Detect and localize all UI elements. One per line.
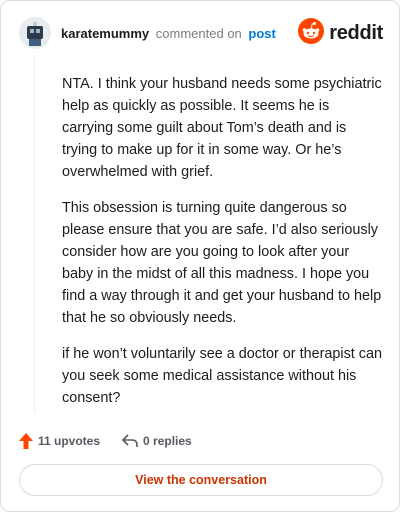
upvote-count: 11 upvotes (38, 434, 101, 448)
reply-arrow-icon[interactable] (122, 434, 138, 448)
thread-line (34, 57, 35, 413)
comment-embed-card: karatemummy commented on post reddit NTA… (0, 0, 400, 512)
action-text: commented on (155, 26, 242, 41)
comment-paragraph: if he won’t voluntarily see a doctor or … (62, 346, 382, 406)
reddit-logo[interactable]: reddit (298, 17, 383, 49)
comment-paragraph: NTA. I think your husband needs some psy… (62, 76, 382, 180)
reddit-wordmark: reddit (329, 21, 383, 44)
post-link[interactable]: post (248, 26, 275, 41)
reply-stat[interactable]: 0 replies (122, 434, 192, 448)
reddit-snoo-icon (298, 17, 325, 49)
comment-header: karatemummy commented on post reddit (19, 17, 383, 51)
comment-paragraph: This obsession is turning quite dangerou… (62, 200, 382, 326)
upvote-stat[interactable]: 11 upvotes (19, 433, 100, 449)
upvote-arrow-icon[interactable] (19, 433, 33, 449)
user-avatar[interactable] (19, 17, 51, 49)
comment-footer: 11 upvotes 0 replies (19, 431, 192, 451)
username-link[interactable]: karatemummy (61, 26, 149, 41)
view-conversation-button[interactable]: View the conversation (19, 464, 383, 496)
reply-count: 0 replies (143, 434, 192, 448)
comment-body: NTA. I think your husband needs some psy… (62, 73, 382, 423)
comment-meta: karatemummy commented on post (61, 26, 276, 41)
